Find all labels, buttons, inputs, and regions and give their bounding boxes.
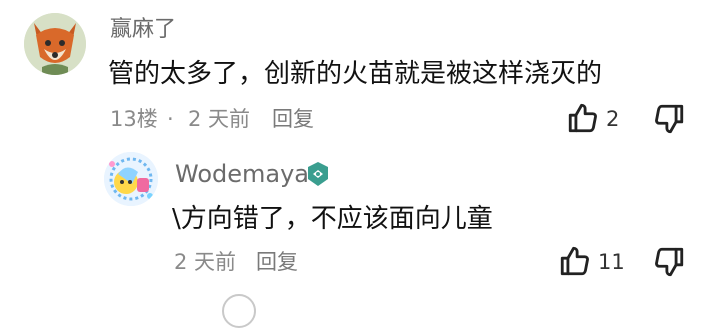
next-avatar-edge: [222, 294, 256, 328]
thumbs-up-icon[interactable]: [566, 101, 600, 135]
like-count: 11: [598, 250, 625, 274]
username[interactable]: 赢麻了: [110, 19, 176, 41]
reply-button[interactable]: 回复: [272, 109, 314, 130]
thumbs-down-icon[interactable]: [652, 245, 686, 279]
like-count: 2: [606, 107, 620, 131]
comment-text: \方向错了，不应该面向儿童: [172, 204, 493, 234]
avatar[interactable]: [24, 13, 86, 75]
username[interactable]: Wodemaya: [175, 162, 309, 186]
timestamp: 2 天前: [174, 250, 237, 274]
thumbs-down-icon[interactable]: [652, 102, 686, 136]
reply-button[interactable]: 回复: [256, 252, 298, 273]
comment-text: 管的太多了，创新的火苗就是被这样浇灭的: [108, 59, 603, 89]
verified-badge-icon: [304, 160, 332, 188]
meta-separator: ·: [167, 107, 174, 131]
floor-label: 13楼: [110, 107, 158, 131]
thumbs-up-icon[interactable]: [558, 244, 592, 278]
avatar[interactable]: [104, 152, 158, 206]
timestamp: 2 天前: [188, 107, 251, 131]
